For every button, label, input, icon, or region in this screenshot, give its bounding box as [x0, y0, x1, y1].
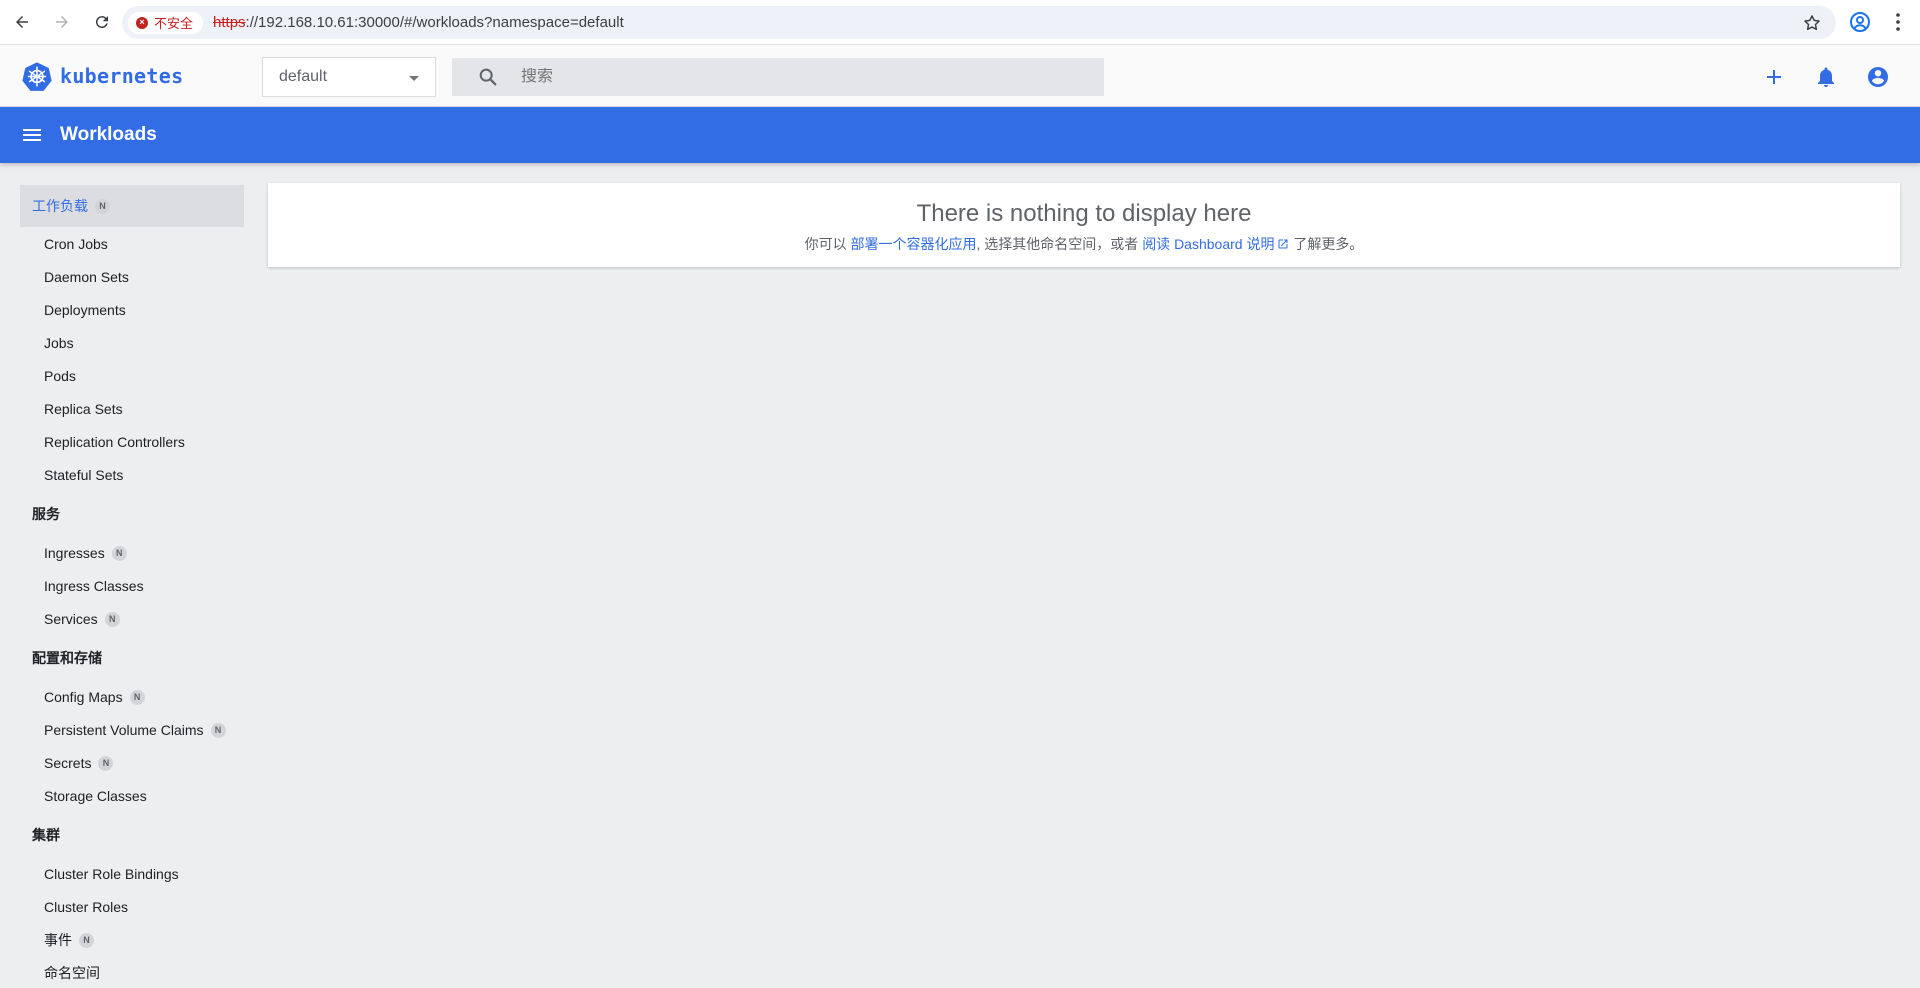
back-button[interactable] — [4, 4, 40, 40]
notifications-button[interactable] — [1813, 64, 1839, 90]
dashboard-docs-link[interactable]: 阅读 Dashboard 说明 — [1142, 236, 1289, 252]
browser-toolbar: × 不安全 https://192.168.10.61:30000/#/work… — [0, 0, 1920, 45]
namespaced-badge: N — [95, 198, 110, 214]
search-icon — [479, 68, 497, 86]
search-input[interactable] — [521, 68, 1081, 86]
menu-hamburger-icon[interactable] — [20, 123, 44, 147]
sidebar-nav: 工作负载 N Cron Jobs Daemon Sets Deployments… — [0, 163, 260, 988]
sidebar-group-label: 服务 — [32, 506, 60, 522]
deploy-app-link[interactable]: 部署一个容器化应用 — [851, 236, 977, 252]
namespaced-badge: N — [104, 611, 120, 627]
namespaced-badge: N — [79, 932, 94, 948]
sidebar-item-secrets[interactable]: Secrets N — [44, 748, 114, 778]
sidebar-item-daemon-sets[interactable]: Daemon Sets — [44, 262, 129, 292]
namespace-value: default — [279, 68, 328, 85]
sidebar-item-namespaces[interactable]: 命名空间 — [44, 958, 100, 988]
reload-button[interactable] — [84, 4, 120, 40]
namespaced-badge: N — [111, 545, 127, 561]
insecure-icon: × — [136, 16, 148, 29]
address-bar[interactable]: × 不安全 https://192.168.10.61:30000/#/work… — [122, 6, 1836, 39]
namespace-select[interactable]: default — [262, 57, 436, 97]
sidebar-group-config-storage[interactable]: 配置和存储 — [20, 637, 244, 679]
arrow-left-icon — [16, 16, 28, 28]
page-title: Workloads — [60, 124, 157, 145]
app-header: kubernetes default — [0, 45, 1920, 107]
sidebar-item-replication-controllers[interactable]: Replication Controllers — [44, 427, 185, 457]
sidebar-item-config-maps[interactable]: Config Maps N — [44, 682, 145, 712]
empty-state-title: There is nothing to display here — [916, 200, 1252, 227]
url-rest: ://192.168.10.61:30000/#/workloads?names… — [245, 14, 624, 31]
bookmark-star-icon[interactable] — [1802, 13, 1822, 33]
empty-state-card: There is nothing to display here 你可以 部署一… — [268, 183, 1900, 267]
plus-icon — [1767, 70, 1781, 84]
namespaced-badge: N — [98, 755, 114, 771]
sidebar-item-stateful-sets[interactable]: Stateful Sets — [44, 460, 123, 490]
reload-icon — [95, 16, 108, 29]
sidebar-group-cluster[interactable]: 集群 — [20, 814, 244, 856]
sidebar-item-cluster-role-bindings[interactable]: Cluster Role Bindings — [44, 859, 179, 889]
page-toolbar: Workloads — [0, 107, 1920, 163]
empty-state-message: 你可以 部署一个容器化应用, 选择其他命名空间，或者 阅读 Dashboard … — [804, 236, 1364, 252]
sidebar-group-label: 集群 — [32, 827, 60, 843]
sidebar-item-cron-jobs[interactable]: Cron Jobs — [44, 229, 108, 259]
more-menu-icon[interactable] — [1886, 10, 1910, 34]
sidebar-item-jobs[interactable]: Jobs — [44, 328, 74, 358]
kubernetes-wheel-icon — [22, 62, 52, 91]
external-link-icon — [1278, 239, 1288, 249]
kubernetes-logo[interactable]: kubernetes — [22, 61, 183, 91]
sidebar-item-ingress-classes[interactable]: Ingress Classes — [44, 571, 144, 601]
sidebar-item-replica-sets[interactable]: Replica Sets — [44, 394, 123, 424]
sidebar-item-cluster-roles[interactable]: Cluster Roles — [44, 892, 128, 922]
sidebar-item-events[interactable]: 事件 N — [44, 925, 94, 955]
sidebar-group-label: 配置和存储 — [32, 650, 102, 666]
security-chip[interactable]: × 不安全 — [128, 11, 204, 34]
sidebar-group-workloads[interactable]: 工作负载 N — [20, 185, 244, 227]
search-bar — [452, 58, 1104, 96]
url-scheme: https — [213, 14, 246, 31]
sidebar-item-ingresses[interactable]: Ingresses N — [44, 538, 127, 568]
profile-icon[interactable] — [1848, 10, 1872, 34]
sidebar-item-services[interactable]: Services N — [44, 604, 120, 634]
forward-button[interactable] — [44, 4, 80, 40]
sidebar-item-storage-classes[interactable]: Storage Classes — [44, 781, 147, 811]
bell-icon — [1818, 67, 1834, 87]
url-text[interactable]: https://192.168.10.61:30000/#/workloads?… — [213, 14, 624, 31]
chevron-down-icon — [409, 76, 419, 81]
logo-text: kubernetes — [60, 64, 184, 88]
sidebar-item-pods[interactable]: Pods — [44, 361, 76, 391]
account-circle-icon — [1868, 67, 1888, 87]
sidebar-group-label: 工作负载 — [32, 198, 88, 214]
create-button[interactable] — [1761, 64, 1787, 90]
namespaced-badge: N — [129, 689, 145, 705]
arrow-right-icon — [56, 16, 68, 28]
security-label: 不安全 — [154, 16, 194, 31]
account-button[interactable] — [1865, 64, 1891, 90]
sidebar-item-persistent-volume-claims[interactable]: Persistent Volume Claims N — [44, 715, 226, 745]
namespaced-badge: N — [210, 722, 226, 738]
sidebar-group-services[interactable]: 服务 — [20, 493, 244, 535]
sidebar-item-deployments[interactable]: Deployments — [44, 295, 126, 325]
